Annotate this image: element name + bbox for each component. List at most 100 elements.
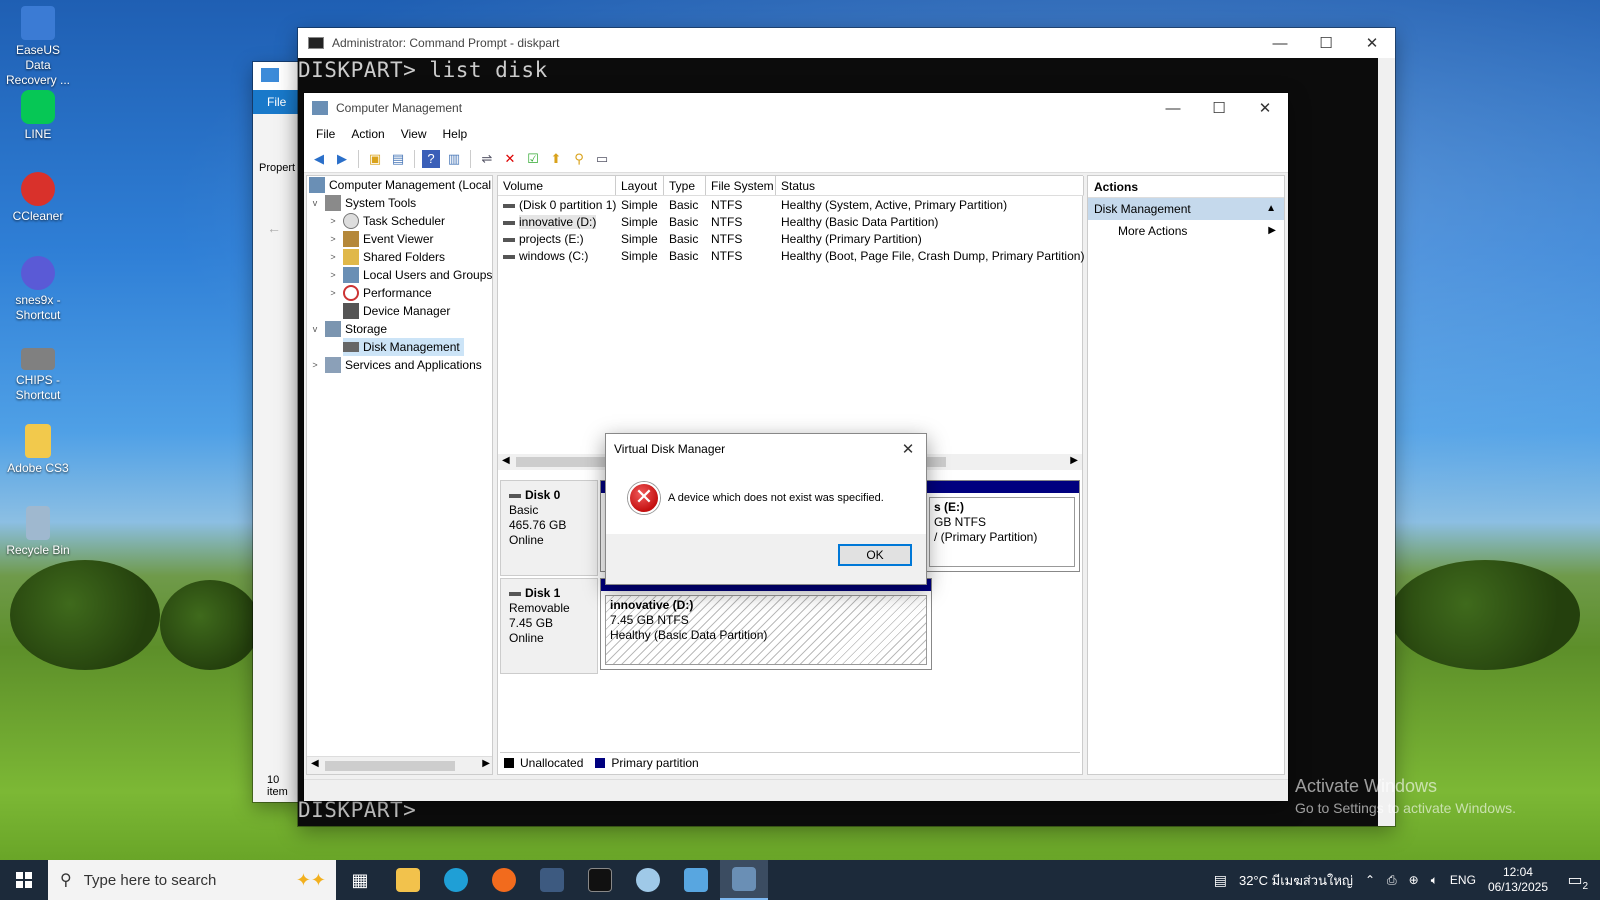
table-row[interactable]: windows (C:) Simple Basic NTFS Healthy (… xyxy=(498,248,1084,265)
cmd-scrollbar[interactable] xyxy=(1378,58,1395,826)
virtual-disk-manager-dialog[interactable]: Virtual Disk Manager ✕ ✕ A device which … xyxy=(605,433,927,585)
chevron-right-icon[interactable]: > xyxy=(309,356,321,374)
desktop-icon-adobe-cs3[interactable]: Adobe CS3 xyxy=(2,424,74,476)
desktop-icon-ccleaner[interactable]: CCleaner xyxy=(2,172,74,224)
column-layout[interactable]: Layout xyxy=(616,176,664,195)
help-icon[interactable]: ? xyxy=(422,149,440,168)
minimize-button[interactable]: — xyxy=(1257,28,1303,58)
menu-action[interactable]: Action xyxy=(343,127,392,141)
properties-icon[interactable]: ▥ xyxy=(445,150,463,168)
tree-item-computer-management[interactable]: Computer Management (Local xyxy=(309,176,491,194)
close-button[interactable]: ✕ xyxy=(1349,28,1395,58)
tree-item-system-tools[interactable]: v System Tools xyxy=(309,194,416,212)
back-arrow-icon[interactable]: ← xyxy=(267,220,281,236)
dialog-titlebar[interactable]: Virtual Disk Manager xyxy=(606,434,926,464)
tree-item-local-users-groups[interactable]: > Local Users and Groups xyxy=(327,266,492,284)
collapse-up-icon[interactable]: ▲ xyxy=(1266,198,1276,220)
actions-section-disk-management[interactable]: Disk Management ▲ xyxy=(1088,198,1284,220)
minimize-button[interactable]: — xyxy=(1150,93,1196,123)
column-status[interactable]: Status xyxy=(776,176,1084,195)
disk-0-label[interactable]: Disk 0 Basic 465.76 GB Online xyxy=(500,480,598,576)
close-button[interactable]: ✕ xyxy=(1242,93,1288,123)
more-actions[interactable]: More Actions ▶ xyxy=(1088,220,1284,242)
desktop-icon-line[interactable]: LINE xyxy=(2,90,74,142)
table-row[interactable]: (Disk 0 partition 1) Simple Basic NTFS H… xyxy=(498,197,1084,214)
menu-help[interactable]: Help xyxy=(435,127,476,141)
desktop-icon-snes9x[interactable]: snes9x - Shortcut xyxy=(2,256,74,323)
start-button[interactable] xyxy=(0,860,48,900)
explorer-properties[interactable]: Propert xyxy=(259,162,295,174)
check-icon[interactable]: ☑ xyxy=(524,150,542,168)
menu-view[interactable]: View xyxy=(393,127,435,141)
taskbar-file-explorer[interactable] xyxy=(384,860,432,900)
tree-item-services-applications[interactable]: > Services and Applications xyxy=(309,356,482,374)
explorer-menu-file[interactable]: File xyxy=(253,90,303,114)
taskbar-computer-management[interactable] xyxy=(720,860,768,900)
import-icon[interactable]: ⬆ xyxy=(547,150,565,168)
scroll-left-icon[interactable]: ◀ xyxy=(502,455,510,466)
cmd-titlebar[interactable]: Administrator: Command Prompt - diskpart xyxy=(298,28,1395,58)
desktop-icon-recycle-bin[interactable]: Recycle Bin xyxy=(2,506,74,558)
chevron-right-icon[interactable]: > xyxy=(327,248,339,266)
table-row[interactable]: innovative (D:) Simple Basic NTFS Health… xyxy=(498,214,1084,231)
weather-text[interactable]: 32°C มีเมฆส่วนใหญ่ xyxy=(1239,870,1353,891)
disk-1-partitions[interactable]: innovative (D:) 7.45 GB NTFS Healthy (Ba… xyxy=(600,578,932,670)
tree-item-performance[interactable]: > Performance xyxy=(327,284,432,302)
show-hide-tree-icon[interactable]: ▤ xyxy=(389,150,407,168)
notification-center-button[interactable]: ▭ 2 xyxy=(1560,870,1590,892)
chevron-right-icon[interactable]: > xyxy=(327,266,339,284)
tree-item-task-scheduler[interactable]: > Task Scheduler xyxy=(327,212,445,230)
delete-icon[interactable]: ✕ xyxy=(501,150,519,168)
volume-icon[interactable]: 🔈︎ xyxy=(1431,873,1438,888)
column-volume[interactable]: Volume xyxy=(498,176,616,195)
tree-item-disk-management[interactable]: Disk Management xyxy=(343,338,464,356)
taskbar-search[interactable]: ⚲ Type here to search ✦✦ xyxy=(48,860,336,900)
desktop-icon-chips[interactable]: CHIPS - Shortcut xyxy=(2,340,74,403)
taskbar-control-panel[interactable] xyxy=(672,860,720,900)
table-row[interactable]: projects (E:) Simple Basic NTFS Healthy … xyxy=(498,231,1084,248)
chevron-down-icon[interactable]: v xyxy=(309,320,321,338)
scroll-right-icon[interactable]: ▶ xyxy=(1070,455,1078,466)
ok-button[interactable]: OK xyxy=(838,544,912,566)
forward-arrow-icon[interactable]: ▶ xyxy=(333,150,351,168)
column-file-system[interactable]: File System xyxy=(706,176,776,195)
tree-item-device-manager[interactable]: Device Manager xyxy=(327,302,450,320)
search-folder-icon[interactable]: ⚲ xyxy=(570,150,588,168)
maximize-button[interactable]: ☐ xyxy=(1303,28,1349,58)
scroll-left-icon[interactable]: ◀ xyxy=(311,758,319,769)
dialog-close-button[interactable]: ✕ xyxy=(890,434,926,464)
tree-item-event-viewer[interactable]: > Event Viewer xyxy=(327,230,433,248)
maximize-button[interactable]: ☐ xyxy=(1196,93,1242,123)
chevron-up-icon[interactable]: ⌃ xyxy=(1365,873,1375,887)
language-indicator[interactable]: ENG xyxy=(1450,873,1476,887)
taskbar-edge[interactable] xyxy=(432,860,480,900)
cm-titlebar[interactable]: Computer Management xyxy=(304,93,1288,123)
network-icon[interactable]: ⊕ xyxy=(1409,873,1419,887)
partition-projects-e[interactable]: s (E:) GB NTFS / (Primary Partition) xyxy=(929,497,1075,567)
taskbar-cmd[interactable] xyxy=(576,860,624,900)
taskbar-paint[interactable] xyxy=(624,860,672,900)
partition-innovative-d[interactable]: innovative (D:) 7.45 GB NTFS Healthy (Ba… xyxy=(605,595,927,665)
chevron-right-icon[interactable]: > xyxy=(327,284,339,302)
scroll-thumb[interactable] xyxy=(325,761,455,771)
tree-horizontal-scrollbar[interactable]: ◀ ▶ xyxy=(307,756,492,774)
taskbar-firefox[interactable] xyxy=(480,860,528,900)
settings-icon[interactable]: ▭ xyxy=(593,150,611,168)
menu-file[interactable]: File xyxy=(308,127,343,141)
disk-1-label[interactable]: Disk 1 Removable 7.45 GB Online xyxy=(500,578,598,674)
clock[interactable]: 12:04 06/13/2025 xyxy=(1488,865,1548,895)
usb-icon[interactable]: ⎙ xyxy=(1387,873,1397,888)
chevron-right-icon[interactable]: > xyxy=(327,212,339,230)
column-type[interactable]: Type xyxy=(664,176,706,195)
connect-icon[interactable]: ⇌ xyxy=(478,150,496,168)
task-view-button[interactable]: ▦ xyxy=(336,860,384,900)
scroll-right-icon[interactable]: ▶ xyxy=(482,758,490,769)
desktop-icon-easeus[interactable]: EaseUS Data Recovery ... xyxy=(2,6,74,88)
back-arrow-icon[interactable]: ◀ xyxy=(310,150,328,168)
chevron-down-icon[interactable]: v xyxy=(309,194,321,212)
tree-item-shared-folders[interactable]: > Shared Folders xyxy=(327,248,445,266)
up-folder-icon[interactable]: ▣ xyxy=(366,150,384,168)
weather-icon[interactable]: ▤ xyxy=(1214,872,1227,889)
navigation-tree[interactable]: Computer Management (Local v System Tool… xyxy=(306,175,493,775)
tree-item-storage[interactable]: v Storage xyxy=(309,320,387,338)
